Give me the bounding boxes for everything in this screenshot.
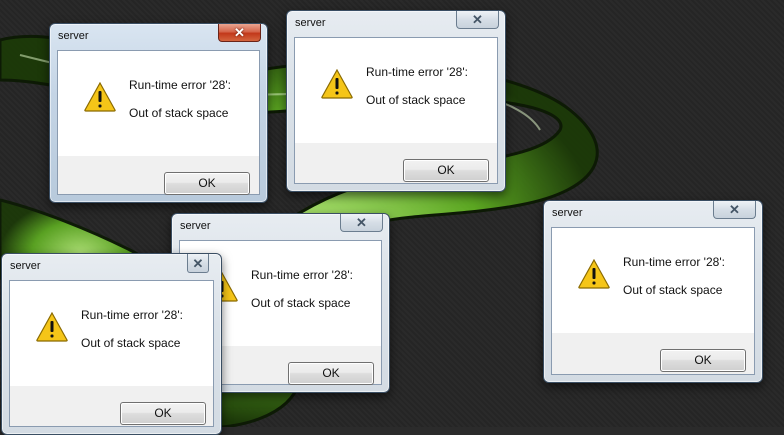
error-dialog: server ✕ Run-time error '28': Out of sta…	[543, 200, 763, 383]
dialog-title: server	[58, 30, 89, 42]
close-button[interactable]: ✕	[340, 214, 383, 232]
message-area: Run-time error '28': Out of stack space	[10, 281, 213, 386]
ok-button[interactable]: OK	[403, 159, 489, 182]
close-icon: ✕	[356, 215, 367, 230]
error-message-text: Out of stack space	[251, 296, 351, 310]
dialog-titlebar[interactable]: server ✕	[172, 214, 389, 240]
error-code-text: Run-time error '28':	[129, 78, 231, 92]
warning-icon	[578, 259, 610, 289]
message-area: Run-time error '28': Out of stack space	[552, 228, 754, 333]
close-button[interactable]: ✕	[456, 11, 499, 29]
dialog-titlebar[interactable]: server ✕	[2, 254, 221, 280]
ok-button[interactable]: OK	[660, 349, 746, 372]
error-dialog: server ✕ Run-time error '28': Out of sta…	[1, 253, 222, 435]
error-dialog: server ✕ Run-time error '28': Out of sta…	[286, 10, 506, 192]
close-icon: ✕	[729, 202, 740, 217]
dialog-title: server	[295, 17, 326, 29]
message-area: Run-time error '28': Out of stack space	[58, 51, 259, 156]
message-area: Run-time error '28': Out of stack space	[295, 38, 497, 143]
ok-button[interactable]: OK	[164, 172, 250, 195]
warning-icon	[84, 82, 116, 112]
close-button[interactable]: ✕	[218, 24, 261, 42]
dialog-title: server	[180, 220, 211, 232]
dialog-body: Run-time error '28': Out of stack space …	[551, 227, 755, 375]
dialog-title: server	[10, 260, 41, 272]
error-message-text: Out of stack space	[81, 336, 181, 350]
dialog-body: Run-time error '28': Out of stack space …	[57, 50, 260, 195]
dialog-titlebar[interactable]: server ✕	[287, 11, 505, 37]
close-button[interactable]: ✕	[713, 201, 756, 219]
close-icon: ✕	[472, 12, 483, 27]
error-dialog: server ✕ Run-time error '28': Out of sta…	[49, 23, 268, 203]
error-code-text: Run-time error '28':	[81, 308, 183, 322]
error-code-text: Run-time error '28':	[623, 255, 725, 269]
ok-button[interactable]: OK	[120, 402, 206, 425]
close-button[interactable]: ✕	[187, 254, 209, 273]
dialog-body: Run-time error '28': Out of stack space …	[294, 37, 498, 184]
dialog-titlebar[interactable]: server ✕	[544, 201, 762, 227]
error-message-text: Out of stack space	[623, 283, 723, 297]
dialog-titlebar[interactable]: server ✕	[50, 24, 267, 50]
error-message-text: Out of stack space	[129, 106, 229, 120]
dialog-title: server	[552, 207, 583, 219]
close-icon: ✕	[192, 255, 204, 271]
error-code-text: Run-time error '28':	[251, 268, 353, 282]
warning-icon	[36, 312, 68, 342]
ok-button[interactable]: OK	[288, 362, 374, 385]
dialog-body: Run-time error '28': Out of stack space …	[9, 280, 214, 427]
close-icon: ✕	[234, 25, 245, 40]
warning-icon	[321, 69, 353, 99]
error-message-text: Out of stack space	[366, 93, 466, 107]
error-code-text: Run-time error '28':	[366, 65, 468, 79]
